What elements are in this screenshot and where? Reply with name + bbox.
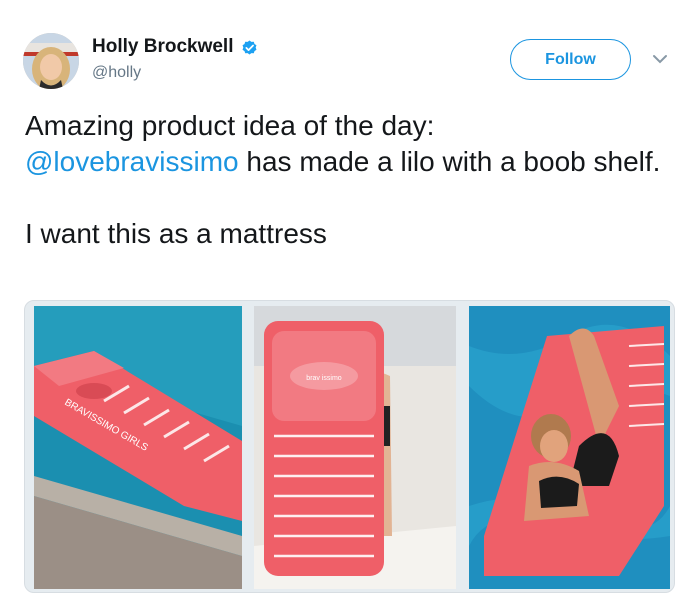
mention-link[interactable]: @lovebravissimo xyxy=(25,146,239,177)
avatar[interactable] xyxy=(23,33,79,89)
tweet-paragraph-2: I want this as a mattress xyxy=(25,218,327,249)
tweet-line-2: has made a lilo with a boob shelf. xyxy=(238,146,661,177)
tweet-text: Amazing product idea of the day: @lovebr… xyxy=(25,108,685,252)
media-grid: BRAVISSIMO GIRLS brav issimo xyxy=(24,300,675,593)
tweet-paragraph-1: Amazing product idea of the day: @lovebr… xyxy=(25,108,685,180)
tweet-line-1: Amazing product idea of the day: xyxy=(25,110,435,141)
photo-lilo-floating[interactable] xyxy=(469,306,670,589)
photo-lilo-standing[interactable]: brav issimo xyxy=(254,306,456,589)
follow-button[interactable]: Follow xyxy=(510,39,631,80)
lilo-badge-text: brav issimo xyxy=(306,375,342,382)
avatar-photo xyxy=(23,33,79,89)
chevron-down-icon[interactable] xyxy=(651,52,669,66)
author-name-row: Holly Brockwell xyxy=(92,36,259,58)
user-handle[interactable]: @holly xyxy=(92,64,141,82)
verified-badge-icon xyxy=(240,38,259,57)
display-name[interactable]: Holly Brockwell xyxy=(92,36,234,58)
photo-lilo-poolside[interactable]: BRAVISSIMO GIRLS xyxy=(34,306,242,589)
